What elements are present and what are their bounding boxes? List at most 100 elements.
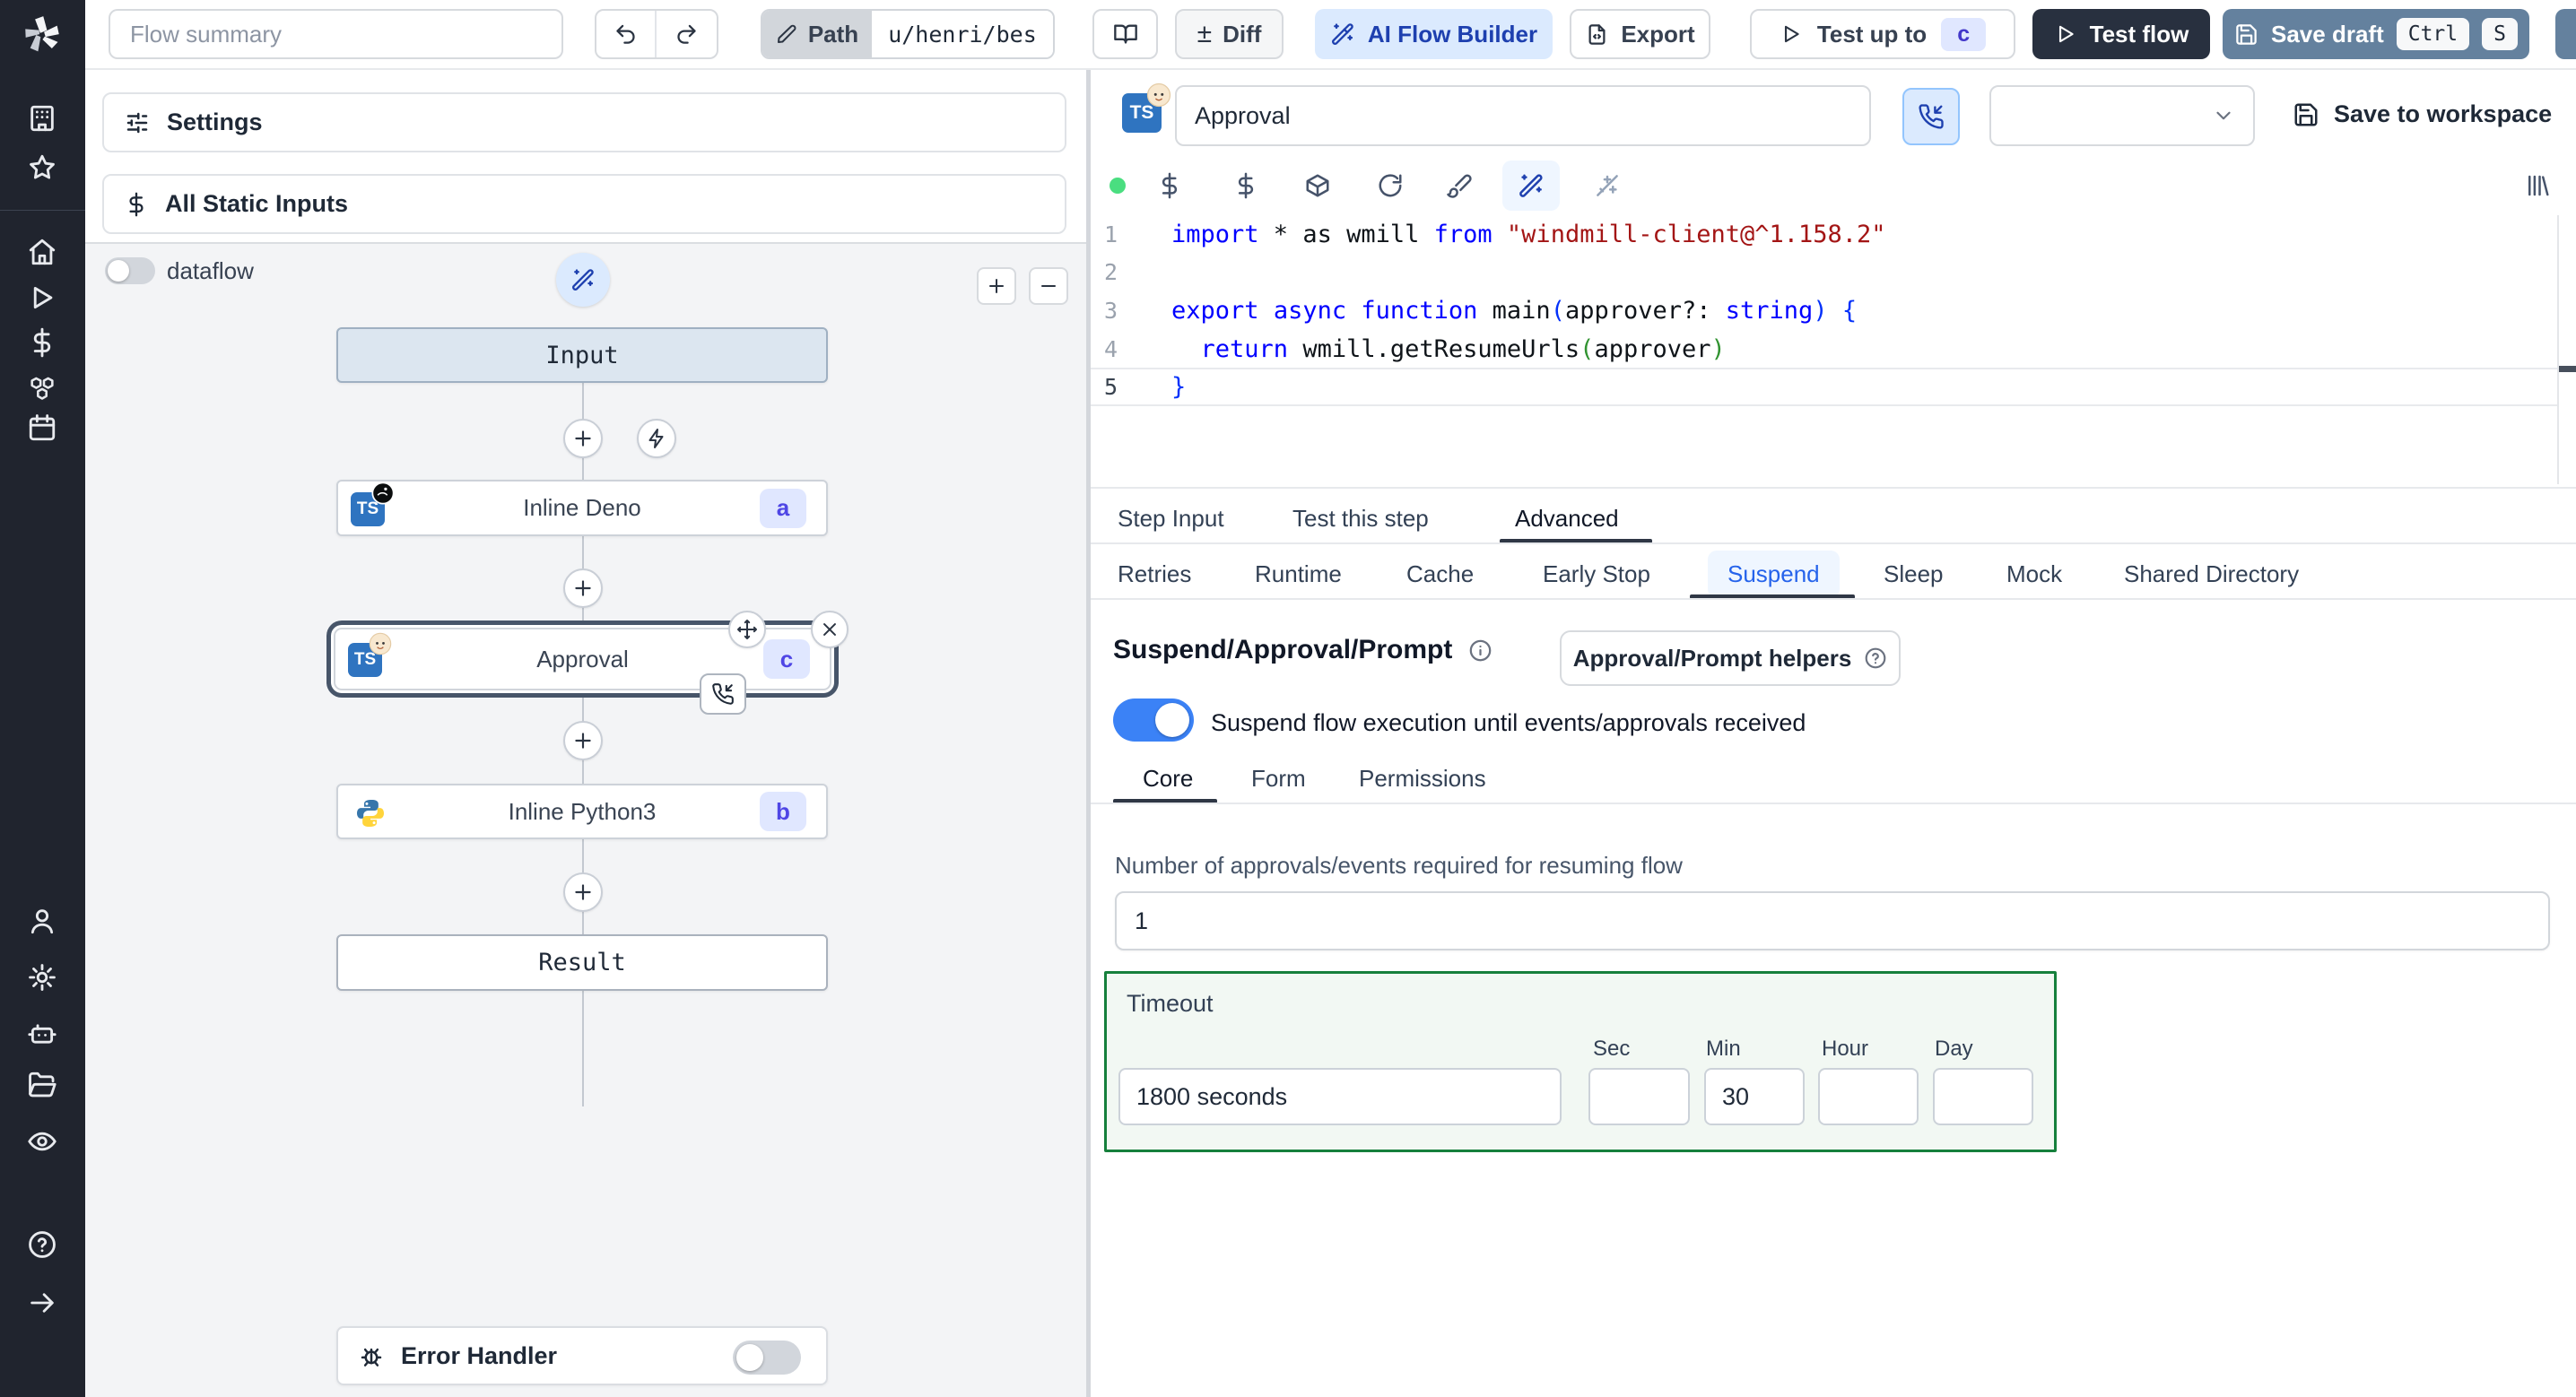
deploy-button-clipped[interactable] (2555, 9, 2576, 59)
tab-mock[interactable]: Mock (2006, 560, 2062, 588)
suspend-enable-toggle[interactable] (1113, 698, 1194, 742)
flow-node-result[interactable]: Result (336, 934, 828, 991)
home-icon[interactable] (27, 237, 57, 267)
help-icon[interactable] (27, 1229, 57, 1260)
core-tabs-border (1091, 803, 2576, 804)
ai-flow-builder-label: AI Flow Builder (1367, 20, 1538, 48)
add-resource-button[interactable] (1232, 172, 1259, 199)
timeout-hour-input[interactable] (1818, 1068, 1919, 1125)
timeout-day-input[interactable] (1933, 1068, 2033, 1125)
insert-step-button[interactable] (563, 568, 603, 608)
step-id-badge: b (760, 792, 806, 831)
save-to-workspace-button[interactable]: Save to workspace (2293, 100, 2552, 128)
add-trigger-button[interactable] (637, 419, 676, 458)
users-icon[interactable] (27, 906, 57, 936)
flow-settings-label: Settings (167, 108, 263, 135)
tab-shared-directory[interactable]: Shared Directory (2124, 560, 2299, 588)
error-handler-toggle[interactable] (733, 1341, 801, 1375)
audit-eye-icon[interactable] (27, 1126, 57, 1157)
sidebar (0, 0, 85, 1397)
timeout-sec-label: Sec (1593, 1037, 1631, 1061)
deno-icon (370, 481, 396, 506)
windmill-logo[interactable] (20, 13, 65, 57)
ai-flow-builder-button[interactable]: AI Flow Builder (1315, 9, 1553, 59)
resources-boxes-icon[interactable] (27, 373, 57, 403)
timeout-value-input[interactable] (1118, 1068, 1562, 1125)
redo-button[interactable] (657, 11, 717, 57)
collapse-arrow-right-icon[interactable] (27, 1288, 57, 1318)
package-button[interactable] (1304, 172, 1331, 199)
tab-form[interactable]: Form (1251, 765, 1306, 793)
format-brush-button[interactable] (1446, 172, 1473, 199)
library-icon (2528, 175, 2549, 196)
runs-play-icon[interactable] (27, 282, 57, 313)
favorites-star-icon[interactable] (27, 152, 57, 183)
folders-icon[interactable] (27, 1070, 57, 1100)
tab-test-this-step[interactable]: Test this step (1292, 505, 1429, 533)
workspace-building-icon[interactable] (27, 103, 57, 134)
ai-fix-button[interactable] (1594, 172, 1621, 199)
path-button[interactable]: Path (762, 11, 872, 57)
workers-bot-icon[interactable] (27, 1019, 57, 1049)
code-editor-lines[interactable]: 1 import * as wmill from "windmill-client… (1091, 215, 2576, 406)
chevron-down-icon (2216, 111, 2231, 120)
zoom-out-button[interactable] (1029, 267, 1068, 305)
flow-settings-button[interactable]: Settings (102, 92, 1066, 152)
path-value[interactable]: u/henri/bes (872, 11, 1053, 57)
test-flow-button[interactable]: Test flow (2032, 9, 2210, 59)
tab-runtime[interactable]: Runtime (1255, 560, 1342, 588)
approvals-count-input[interactable] (1115, 891, 2550, 950)
tab-early-stop[interactable]: Early Stop (1543, 560, 1650, 588)
test-up-to-button[interactable]: Test up to c (1750, 9, 2015, 59)
settings-gear-icon[interactable] (27, 962, 57, 993)
flow-node-input[interactable]: Input (336, 327, 828, 383)
error-handler-node[interactable]: Error Handler (336, 1326, 828, 1385)
diff-button[interactable]: ± Diff (1175, 9, 1284, 59)
ai-assist-button[interactable] (1502, 161, 1560, 211)
zoom-in-button[interactable] (977, 267, 1016, 305)
undo-button[interactable] (596, 11, 657, 57)
all-static-inputs-button[interactable]: All Static Inputs (102, 174, 1066, 234)
tab-permissions[interactable]: Permissions (1359, 765, 1486, 793)
test-up-to-step-badge: c (1941, 17, 1987, 51)
graph-ai-button[interactable] (556, 253, 610, 307)
tab-cache[interactable]: Cache (1406, 560, 1474, 588)
move-step-button[interactable] (728, 611, 766, 648)
schedules-calendar-icon[interactable] (27, 412, 57, 443)
approval-prompt-helpers-button[interactable]: Approval/Prompt helpers (1560, 630, 1901, 686)
play-icon (2058, 25, 2074, 43)
docs-button[interactable] (1092, 9, 1158, 59)
timeout-min-input[interactable] (1704, 1068, 1805, 1125)
insert-step-button[interactable] (563, 419, 603, 458)
workspace-script-dropdown[interactable] (1989, 85, 2255, 146)
timeout-sec-input[interactable] (1588, 1068, 1690, 1125)
tab-sleep[interactable]: Sleep (1884, 560, 1944, 588)
add-variable-button[interactable] (1156, 172, 1183, 199)
flow-node-inline-deno[interactable]: TS Inline Deno a (336, 480, 828, 536)
tab-step-input[interactable]: Step Input (1118, 505, 1224, 533)
insert-step-button[interactable] (563, 721, 603, 760)
insert-step-button[interactable] (563, 872, 603, 912)
export-button[interactable]: Export (1570, 9, 1710, 59)
library-panel-icon[interactable] (2524, 172, 2551, 199)
tab-retries[interactable]: Retries (1118, 560, 1191, 588)
tab-advanced[interactable]: Advanced (1515, 505, 1619, 533)
save-draft-button[interactable]: Save draft Ctrl S (2223, 9, 2529, 59)
step-name-input[interactable] (1175, 85, 1871, 146)
dataflow-toggle[interactable] (105, 257, 155, 284)
reload-button[interactable] (1377, 172, 1404, 199)
variables-dollar-icon[interactable] (27, 327, 57, 358)
flow-node-inline-python3[interactable]: Inline Python3 b (336, 784, 828, 839)
tab-core[interactable]: Core (1143, 765, 1193, 793)
step-label: Inline Deno (523, 494, 641, 521)
save-icon (2294, 103, 2318, 126)
code-editor[interactable]: 1 import * as wmill from "windmill-client… (1091, 215, 2576, 484)
flow-summary-input[interactable] (109, 9, 563, 59)
suspend-phone-button[interactable] (1902, 88, 1960, 145)
plus-minus-icon: ± (1197, 19, 1213, 48)
timeout-label: Timeout (1127, 990, 1214, 1017)
info-icon[interactable] (1468, 638, 1493, 663)
tab-suspend[interactable]: Suspend (1708, 551, 1840, 598)
timeout-section: Timeout Sec Min Hour Day (1104, 971, 2057, 1152)
delete-step-button[interactable] (811, 611, 849, 648)
